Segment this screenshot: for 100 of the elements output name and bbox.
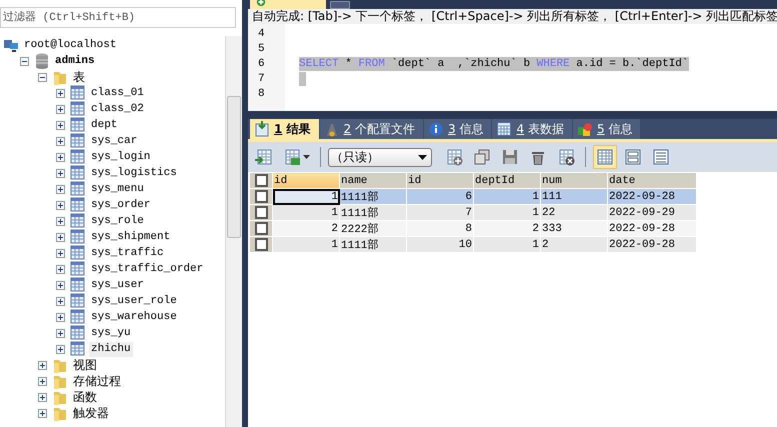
expand-toggle[interactable] bbox=[54, 136, 67, 146]
expand-toggle[interactable] bbox=[54, 280, 67, 290]
table-cell[interactable]: 1111部 bbox=[340, 204, 406, 220]
folder-icon bbox=[52, 389, 68, 405]
table-cell[interactable]: 2022-09-28 bbox=[608, 236, 696, 252]
table-cell[interactable]: 1 bbox=[272, 204, 340, 220]
table-cell[interactable]: 6 bbox=[406, 188, 474, 204]
tree-item[interactable]: zhichu bbox=[89, 342, 133, 356]
tree-item[interactable]: sys_yu bbox=[89, 326, 133, 340]
tree-item[interactable]: dept bbox=[89, 118, 120, 132]
tree-item[interactable]: 视图 bbox=[71, 358, 99, 372]
expand-toggle[interactable] bbox=[54, 184, 67, 194]
table-cell[interactable]: 1111部 bbox=[340, 188, 406, 204]
column-header[interactable]: num bbox=[540, 172, 608, 188]
table-cell[interactable]: 2 bbox=[474, 220, 540, 236]
tree-item[interactable]: class_02 bbox=[89, 102, 146, 116]
expand-toggle[interactable] bbox=[54, 232, 67, 242]
tree-item[interactable]: 函数 bbox=[71, 390, 99, 404]
tree-item[interactable]: sys_car bbox=[89, 134, 140, 148]
table-cell[interactable]: 111 bbox=[540, 188, 608, 204]
table-cell[interactable]: 1 bbox=[474, 236, 540, 252]
expand-toggle[interactable] bbox=[54, 344, 67, 354]
result-tab[interactable]: 1 结果 bbox=[250, 119, 319, 139]
expand-toggle[interactable] bbox=[54, 216, 67, 226]
table-cell[interactable]: 10 bbox=[406, 236, 474, 252]
column-header[interactable]: deptId bbox=[474, 172, 540, 188]
expand-toggle[interactable] bbox=[54, 328, 67, 338]
expand-toggle[interactable] bbox=[54, 88, 67, 98]
table-cell[interactable]: 22 bbox=[540, 204, 608, 220]
table-cell[interactable]: 2022-09-29 bbox=[608, 204, 696, 220]
table-cell[interactable]: 2222部 bbox=[340, 220, 406, 236]
tree-item[interactable]: sys_role bbox=[89, 214, 146, 228]
scrollbar[interactable] bbox=[225, 36, 242, 427]
line-number: 8 bbox=[257, 88, 266, 100]
collapse-toggle[interactable] bbox=[36, 72, 49, 82]
table-cell[interactable]: 333 bbox=[540, 220, 608, 236]
expand-toggle[interactable] bbox=[36, 408, 49, 418]
tree-item[interactable]: class_01 bbox=[89, 86, 146, 100]
expand-toggle[interactable] bbox=[54, 312, 67, 322]
tree-item[interactable]: sys_user_role bbox=[89, 294, 179, 308]
tree-item[interactable]: sys_user bbox=[89, 278, 146, 292]
folder-icon bbox=[52, 405, 68, 421]
dropdown-caret-icon bbox=[303, 155, 310, 159]
expand-toggle[interactable] bbox=[54, 248, 67, 258]
select-all-checkbox[interactable] bbox=[254, 174, 268, 187]
result-tab[interactable]: 5 信息 bbox=[572, 119, 640, 139]
row-checkbox[interactable] bbox=[254, 222, 268, 235]
expand-toggle[interactable] bbox=[54, 200, 67, 210]
folder-icon bbox=[52, 69, 68, 85]
result-tab[interactable]: 4 表数据 bbox=[492, 119, 572, 139]
query-tab[interactable] bbox=[250, 0, 326, 9]
tree-item[interactable]: sys_traffic_order bbox=[89, 262, 206, 276]
expand-toggle[interactable] bbox=[36, 360, 49, 370]
table-cell[interactable]: 1 bbox=[474, 204, 540, 220]
table-cell[interactable]: 7 bbox=[406, 204, 474, 220]
tree-item[interactable]: sys_logistics bbox=[89, 166, 179, 180]
table-cell[interactable]: 1 bbox=[474, 188, 540, 204]
result-tab[interactable]: 3 信息 bbox=[424, 119, 492, 139]
row-checkbox[interactable] bbox=[254, 206, 268, 219]
table-cell[interactable]: 2022-09-28 bbox=[608, 220, 696, 236]
table-cell[interactable]: 2 bbox=[540, 236, 608, 252]
collapse-toggle[interactable] bbox=[18, 56, 31, 66]
table-cell[interactable]: 2 bbox=[272, 220, 340, 236]
column-header[interactable]: date bbox=[608, 172, 696, 188]
scrollbar-thumb[interactable] bbox=[227, 96, 241, 238]
expand-toggle[interactable] bbox=[54, 152, 67, 162]
expand-toggle[interactable] bbox=[36, 392, 49, 402]
column-header[interactable]: id bbox=[406, 172, 474, 188]
tree-item[interactable]: sys_shipment bbox=[89, 230, 172, 244]
tree-item[interactable]: sys_traffic bbox=[89, 246, 166, 260]
table-cell[interactable]: 1 bbox=[272, 236, 340, 252]
tree-item[interactable]: 存储过程 bbox=[71, 374, 123, 388]
tree-item[interactable]: admins bbox=[53, 54, 97, 68]
result-tab[interactable]: 2 个配置文件 bbox=[320, 119, 424, 139]
tree-item[interactable]: sys_login bbox=[89, 150, 152, 164]
tree-item[interactable]: 触发器 bbox=[71, 406, 111, 420]
column-header[interactable]: id bbox=[272, 172, 340, 188]
tree-item[interactable]: sys_warehouse bbox=[89, 310, 179, 324]
expand-toggle[interactable] bbox=[54, 120, 67, 130]
row-checkbox[interactable] bbox=[254, 190, 268, 203]
expand-toggle[interactable] bbox=[54, 168, 67, 178]
tree-item[interactable]: 表 bbox=[71, 70, 87, 84]
expand-toggle[interactable] bbox=[36, 376, 49, 386]
plus-icon bbox=[56, 120, 65, 130]
table-cell[interactable]: 1 bbox=[272, 188, 340, 204]
table-cell[interactable]: 2022-09-28 bbox=[608, 188, 696, 204]
tree-item[interactable]: sys_menu bbox=[89, 182, 146, 196]
expand-toggle[interactable] bbox=[54, 264, 67, 274]
expand-toggle[interactable] bbox=[54, 104, 67, 114]
row-checkbox[interactable] bbox=[254, 238, 268, 251]
filter-field[interactable]: 过滤器 (Ctrl+Shift+B) bbox=[0, 7, 236, 28]
expand-toggle[interactable] bbox=[54, 296, 67, 306]
table-cell[interactable]: 1111部 bbox=[340, 236, 406, 252]
grid-view-button[interactable] bbox=[593, 145, 617, 169]
column-header[interactable]: name bbox=[340, 172, 406, 188]
table-cell[interactable]: 8 bbox=[406, 220, 474, 236]
tree-item[interactable]: root@localhost bbox=[22, 38, 118, 52]
table-icon bbox=[70, 181, 86, 197]
tree-item[interactable]: sys_order bbox=[89, 198, 152, 212]
mode-dropdown[interactable]: （只读） bbox=[328, 148, 432, 166]
